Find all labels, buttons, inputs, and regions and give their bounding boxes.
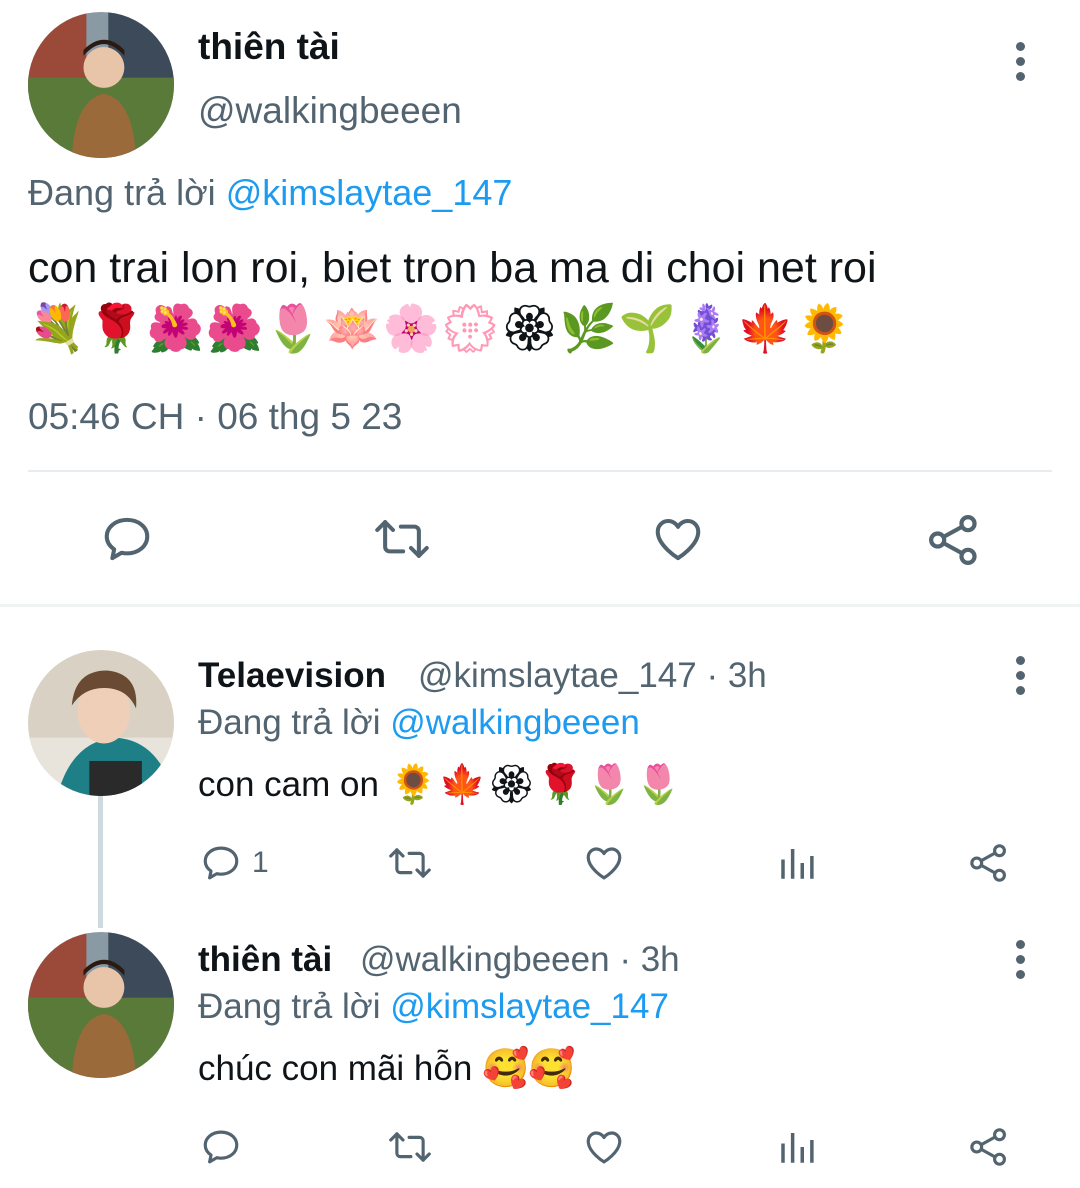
avatar-photo xyxy=(28,12,174,158)
dot xyxy=(1015,56,1025,66)
tweet-timestamp[interactable]: 05:46 CH · 06 thg 5 23 xyxy=(28,396,402,438)
emoji: 💮 xyxy=(441,300,500,355)
author-handle[interactable]: @kimslaytae_147 xyxy=(418,656,697,695)
reply-body: chúc con mãi hỗn 🥰 🥰 xyxy=(198,1044,576,1094)
author-name[interactable]: Telaevision xyxy=(198,656,386,696)
reply-icon xyxy=(203,1130,239,1164)
reply-button[interactable] xyxy=(100,512,154,566)
avatar-photo xyxy=(28,650,174,796)
tweet-text: con trai lon roi, biet tron ba ma di cho… xyxy=(28,244,877,292)
replying-to: Đang trả lời @kimslaytae_147 xyxy=(28,172,512,214)
emoji: 💐 xyxy=(28,300,87,355)
divider xyxy=(28,470,1052,472)
reply-body: con cam on 🌻 🍁 🏵 🌹 🌷 🌷 xyxy=(198,760,683,810)
tweet-text: chúc con mãi hỗn xyxy=(198,1049,473,1088)
emoji: 🥰 xyxy=(482,1048,530,1090)
reply-icon xyxy=(203,846,239,880)
more-options-button[interactable] xyxy=(1000,934,1040,984)
avatar[interactable] xyxy=(28,12,174,158)
emoji: 🌸 xyxy=(382,300,441,355)
emoji: 🏵 xyxy=(487,764,536,806)
views-icon xyxy=(781,849,814,879)
author-handle[interactable]: @walkingbeeen xyxy=(360,940,610,979)
emoji: 🌿 xyxy=(559,300,618,355)
dot xyxy=(1015,655,1025,665)
dot xyxy=(1015,670,1025,680)
emoji-row: 💐 🌹 🌺 🌺 🌷 🪷 🌸 💮 🏵 🌿 🌱 🪻 🍁 🌻 xyxy=(28,298,854,358)
section-separator xyxy=(0,604,1080,607)
replying-prefix: Đang trả lời xyxy=(198,987,381,1026)
retweet-icon xyxy=(375,520,429,558)
share-button[interactable] xyxy=(968,842,1010,884)
emoji: 🌹 xyxy=(536,764,585,806)
emoji: 🍁 xyxy=(438,764,487,806)
emoji: 🪷 xyxy=(323,300,382,355)
emoji: 🌷 xyxy=(585,764,634,806)
retweet-button[interactable] xyxy=(386,1126,434,1168)
emoji: 🥰 xyxy=(528,1048,576,1090)
avatar[interactable] xyxy=(28,932,174,1078)
replying-to: Đang trả lời @walkingbeeen xyxy=(198,703,640,743)
retweet-button[interactable] xyxy=(372,512,432,566)
more-options-button[interactable] xyxy=(1000,650,1040,700)
author-handle-and-time: @kimslaytae_147 · 3h xyxy=(418,656,767,696)
share-icon xyxy=(970,1128,1006,1166)
author-handle[interactable]: @walkingbeeen xyxy=(198,90,462,132)
emoji: 🌺 xyxy=(205,300,264,355)
dot xyxy=(1015,71,1025,81)
share-button[interactable] xyxy=(926,512,982,568)
share-icon xyxy=(970,844,1006,882)
emoji: 🌻 xyxy=(795,300,854,355)
like-icon xyxy=(586,847,622,880)
tweet-text: con cam on xyxy=(198,765,379,804)
reply-icon xyxy=(104,517,150,561)
retweet-icon xyxy=(389,1132,431,1162)
thread-line xyxy=(98,796,103,928)
emoji: 🏵 xyxy=(500,300,559,355)
emoji: 🌷 xyxy=(264,300,323,355)
emoji: 🪻 xyxy=(677,300,736,355)
emoji: 🌱 xyxy=(618,300,677,355)
emoji: 🌹 xyxy=(87,300,146,355)
emoji: 🌻 xyxy=(389,764,438,806)
views-icon xyxy=(781,1133,814,1163)
views-button[interactable] xyxy=(776,1126,818,1168)
author-handle-and-time: @walkingbeeen · 3h xyxy=(360,940,680,980)
share-icon xyxy=(929,515,977,565)
like-button[interactable] xyxy=(650,512,706,566)
dot xyxy=(1015,969,1025,979)
views-button[interactable] xyxy=(776,842,818,884)
reply-button[interactable]: 1 xyxy=(200,842,269,884)
avatar[interactable] xyxy=(28,650,174,796)
author-name[interactable]: thiên tài xyxy=(198,26,340,68)
like-icon xyxy=(586,1131,622,1164)
dot xyxy=(1015,939,1025,949)
like-button[interactable] xyxy=(582,842,626,884)
reply-count: 1 xyxy=(252,846,269,879)
avatar-photo xyxy=(28,932,174,1078)
replying-to-link[interactable]: @kimslaytae_147 xyxy=(226,172,513,213)
author-name[interactable]: thiên tài xyxy=(198,940,332,980)
dot xyxy=(1015,41,1025,51)
dot xyxy=(1015,954,1025,964)
replying-prefix: Đang trả lời xyxy=(28,172,216,213)
reply-button[interactable] xyxy=(200,1126,252,1168)
reply-time[interactable]: · 3h xyxy=(619,940,679,979)
replying-prefix: Đang trả lời xyxy=(198,703,381,742)
emoji: 🍁 xyxy=(736,300,795,355)
share-button[interactable] xyxy=(968,1126,1010,1168)
replying-to: Đang trả lời @kimslaytae_147 xyxy=(198,987,669,1027)
like-button[interactable] xyxy=(582,1126,626,1168)
retweet-button[interactable] xyxy=(386,842,434,884)
replying-to-link[interactable]: @walkingbeeen xyxy=(390,703,640,742)
emoji: 🌺 xyxy=(146,300,205,355)
more-options-button[interactable] xyxy=(1000,36,1040,86)
like-icon xyxy=(655,518,701,561)
dot xyxy=(1015,685,1025,695)
replying-to-link[interactable]: @kimslaytae_147 xyxy=(390,987,669,1026)
retweet-icon xyxy=(389,848,431,878)
emoji: 🌷 xyxy=(634,764,683,806)
reply-time[interactable]: · 3h xyxy=(706,656,766,695)
